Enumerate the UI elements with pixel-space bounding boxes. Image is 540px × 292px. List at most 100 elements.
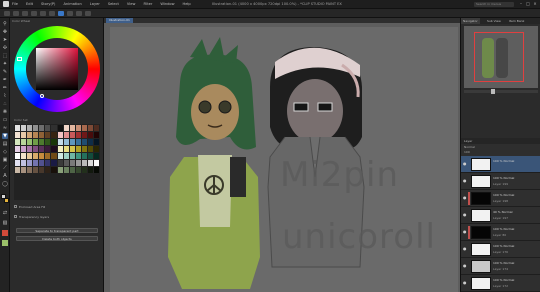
layer-row[interactable]: ● 100 % Normal Layer 199 (461, 173, 540, 190)
subtool-checkbox[interactable] (14, 205, 17, 208)
color-chip[interactable] (21, 153, 27, 159)
menu-select[interactable]: Select (108, 2, 119, 6)
color-wheel[interactable] (14, 26, 100, 112)
text-tool-icon[interactable]: A (2, 173, 8, 179)
color-chip[interactable] (45, 125, 51, 131)
swap-colors-icon[interactable]: ⇄ (2, 210, 8, 216)
color-chip[interactable] (39, 153, 45, 159)
save-icon[interactable] (22, 10, 28, 16)
color-chip[interactable] (87, 167, 93, 173)
visibility-eye-icon[interactable]: ● (463, 162, 467, 166)
color-chip[interactable] (57, 132, 63, 138)
tab-navigator[interactable]: Navigator (461, 18, 480, 24)
color-chip[interactable] (57, 160, 63, 166)
color-chip[interactable] (39, 132, 45, 138)
color-chip[interactable] (63, 139, 69, 145)
clip-studio-icon[interactable] (58, 10, 64, 16)
canvas-tab[interactable]: Illustration-01 (106, 18, 133, 23)
color-chip[interactable] (39, 160, 45, 166)
color-chip[interactable] (63, 153, 69, 159)
color-chip[interactable] (87, 139, 93, 145)
color-chip[interactable] (81, 167, 87, 173)
menu-story[interactable]: Story(P) (41, 2, 55, 6)
zoom-slider-knob[interactable] (491, 89, 495, 94)
color-chip[interactable] (63, 146, 69, 152)
color-chip[interactable] (51, 167, 57, 173)
color-chip[interactable] (87, 125, 93, 131)
color-chip[interactable] (45, 146, 51, 152)
color-chip[interactable] (33, 167, 39, 173)
visibility-eye-icon[interactable]: ● (463, 264, 467, 268)
minimize-icon[interactable]: – (518, 1, 524, 7)
menu-file[interactable]: File (12, 2, 18, 6)
visibility-eye-icon[interactable]: ● (463, 213, 467, 217)
color-chip[interactable] (51, 125, 57, 131)
undo-icon[interactable] (31, 10, 37, 16)
color-chip[interactable] (93, 132, 99, 138)
color-chip[interactable] (63, 125, 69, 131)
redo-icon[interactable] (40, 10, 46, 16)
color-chip[interactable] (15, 146, 21, 152)
transparency-checkbox[interactable] (14, 215, 17, 218)
color-chip[interactable] (57, 153, 63, 159)
color-chip[interactable] (21, 125, 27, 131)
menu-window[interactable]: Window (160, 2, 174, 6)
zoom-slider[interactable] (464, 90, 538, 93)
color-chip[interactable] (45, 139, 51, 145)
transparency-option-row[interactable]: Transparency layers (14, 214, 100, 219)
airbrush-tool-icon[interactable]: ∴ (2, 101, 8, 107)
color-chip[interactable] (15, 139, 21, 145)
color-chip[interactable] (45, 160, 51, 166)
move-tool-icon[interactable]: ✥ (2, 29, 8, 35)
color-chip[interactable] (27, 167, 33, 173)
deselect-icon[interactable] (76, 10, 82, 16)
color-chip[interactable] (21, 167, 27, 173)
color-chip[interactable] (45, 167, 51, 173)
color-chip[interactable] (93, 153, 99, 159)
color-chip[interactable] (75, 132, 81, 138)
color-chip[interactable] (93, 125, 99, 131)
eraser-tool-icon[interactable]: ▭ (2, 117, 8, 123)
color-chip[interactable] (27, 132, 33, 138)
eyedropper-tool-icon[interactable]: ✎ (2, 69, 8, 75)
visibility-eye-icon[interactable]: ● (463, 281, 467, 285)
color-chip[interactable] (69, 132, 75, 138)
maximize-icon[interactable]: □ (525, 1, 531, 7)
menu-animation[interactable]: Animation (63, 2, 81, 6)
app-logo-icon[interactable] (3, 1, 9, 7)
color-chip[interactable] (33, 139, 39, 145)
color-chip[interactable] (27, 160, 33, 166)
canvas-area[interactable]: Illustration-01 Mi2pin unicoroll (104, 18, 460, 292)
color-chip[interactable] (51, 160, 57, 166)
visibility-eye-icon[interactable]: ● (463, 230, 467, 234)
color-chip[interactable] (57, 125, 63, 131)
color-chip[interactable] (75, 153, 81, 159)
color-set-tab[interactable]: Color Set (14, 118, 28, 122)
transparent-color-icon[interactable]: ▧ (2, 220, 8, 226)
color-chip[interactable] (81, 139, 87, 145)
auto-select-tool-icon[interactable]: ✦ (2, 61, 8, 67)
blend-tool-icon[interactable]: ≈ (2, 125, 8, 131)
color-chip[interactable] (75, 167, 81, 173)
separate-transparent-button[interactable]: Separate to transparent part (16, 228, 98, 233)
color-chip[interactable] (69, 125, 75, 131)
opacity-value[interactable]: 100 (464, 150, 470, 154)
color-chip[interactable] (27, 153, 33, 159)
menu-layer[interactable]: Layer (90, 2, 100, 6)
color-chip[interactable] (21, 132, 27, 138)
canvas[interactable]: Mi2pin unicoroll (110, 27, 458, 292)
zoom-tool-icon[interactable]: ⚲ (2, 21, 8, 27)
color-chip[interactable] (87, 153, 93, 159)
color-chip[interactable] (93, 146, 99, 152)
color-chip[interactable] (21, 139, 27, 145)
color-chip[interactable] (57, 139, 63, 145)
open-file-icon[interactable] (13, 10, 19, 16)
color-wheel-tab[interactable]: Color Wheel (12, 19, 30, 24)
color-chip[interactable] (39, 146, 45, 152)
color-chip[interactable] (39, 167, 45, 173)
menu-edit[interactable]: Edit (26, 2, 33, 6)
menu-filter[interactable]: Filter (143, 2, 152, 6)
color-chip[interactable] (87, 132, 93, 138)
tab-item-bank[interactable]: Item Bank (507, 18, 526, 24)
color-chip[interactable] (81, 132, 87, 138)
